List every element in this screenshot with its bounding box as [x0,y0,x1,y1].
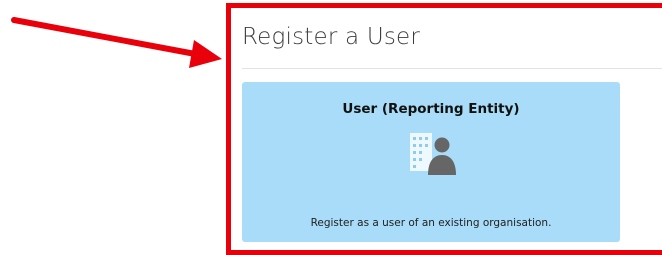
reporting-entity-user-card[interactable]: User (Reporting Entity) Register as a us… [242,82,620,242]
user-building-icon [410,133,456,175]
red-arrow-icon [11,17,222,68]
highlight-box: Register a User User (Reporting Entity) … [226,3,662,255]
page-title: Register a User [242,24,421,50]
divider [242,68,662,69]
register-panel: Register a User User (Reporting Entity) … [231,8,662,250]
card-heading: User (Reporting Entity) [342,101,520,117]
card-description: Register as a user of an existing organi… [310,217,552,229]
